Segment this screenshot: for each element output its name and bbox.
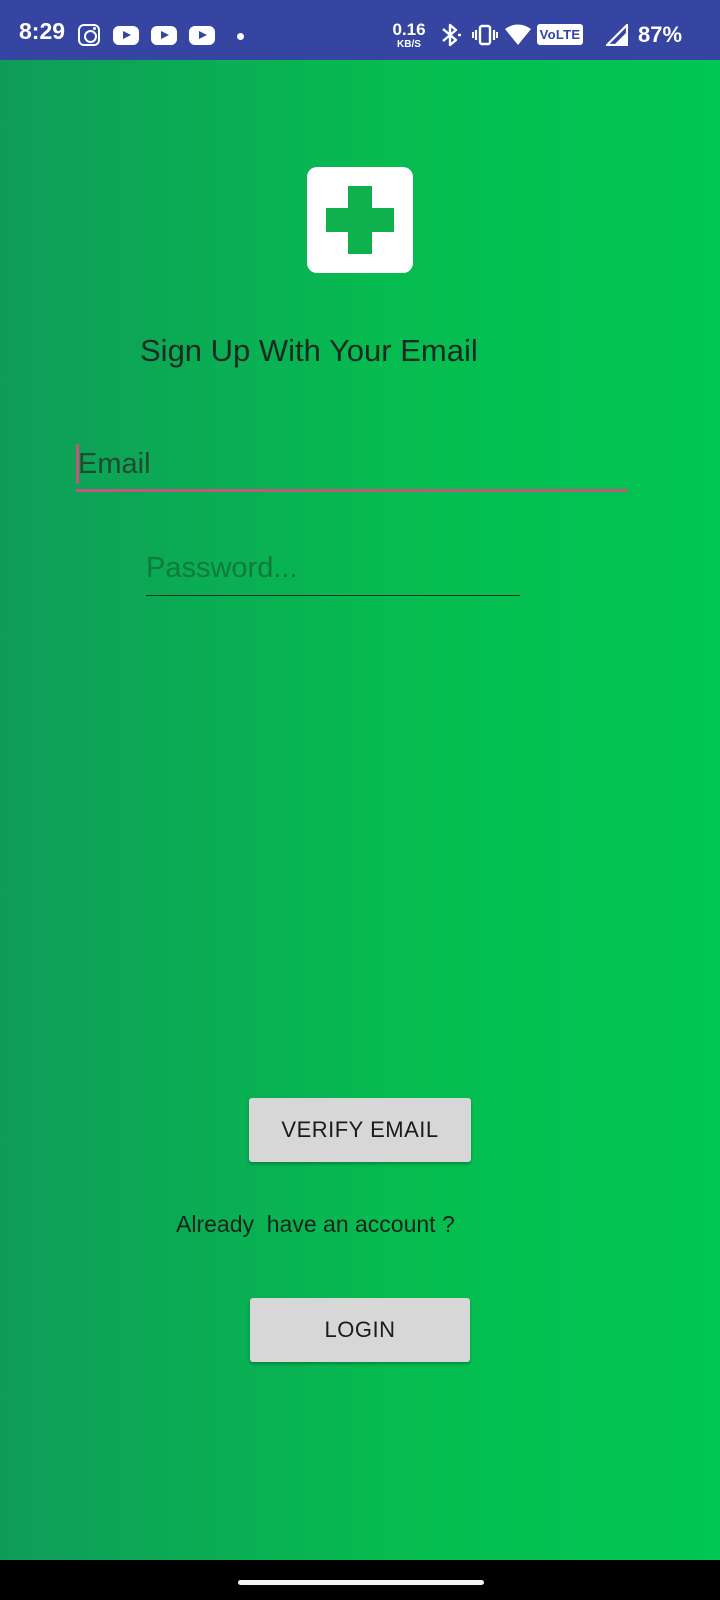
- status-bar: 8:29 0.16 KB/S VoLTE 87%: [0, 0, 720, 60]
- signal-icon: [606, 24, 628, 46]
- status-time: 8:29: [19, 18, 66, 44]
- youtube-icon: [189, 26, 215, 45]
- verify-email-button[interactable]: VERIFY EMAIL: [249, 1098, 471, 1162]
- password-field[interactable]: [146, 544, 520, 596]
- wifi-icon: [505, 24, 531, 45]
- bluetooth-icon: [442, 23, 461, 47]
- have-account-text: Already have an account ?: [176, 1211, 455, 1237]
- password-input[interactable]: [146, 544, 516, 592]
- medical-plus-icon: [326, 186, 394, 254]
- battery-level: 87%: [638, 22, 683, 47]
- volte-badge: VoLTE: [537, 24, 583, 45]
- email-input[interactable]: [78, 440, 618, 488]
- page-title-text: Sign Up With Your Email: [140, 333, 478, 368]
- signup-screen: Sign Up With Your Email VERIFY EMAIL Alr…: [0, 60, 720, 1560]
- vibrate-icon: [472, 24, 498, 46]
- youtube-icon: [113, 26, 139, 45]
- instagram-icon: [78, 24, 100, 46]
- network-speed-unit: KB/S: [397, 39, 421, 50]
- network-speed-value: 0.16: [392, 20, 426, 39]
- youtube-icon: [151, 26, 177, 45]
- login-button[interactable]: LOGIN: [250, 1298, 470, 1362]
- screen: 8:29 0.16 KB/S VoLTE 87% Sign Up With Yo…: [0, 0, 720, 1600]
- email-field[interactable]: [76, 440, 628, 492]
- navigation-bar: [0, 1560, 720, 1600]
- more-notifications-dot-icon: [237, 33, 244, 40]
- gesture-handle[interactable]: [238, 1580, 484, 1585]
- network-speed: 0.16 KB/S: [386, 21, 432, 50]
- app-logo: [307, 167, 413, 273]
